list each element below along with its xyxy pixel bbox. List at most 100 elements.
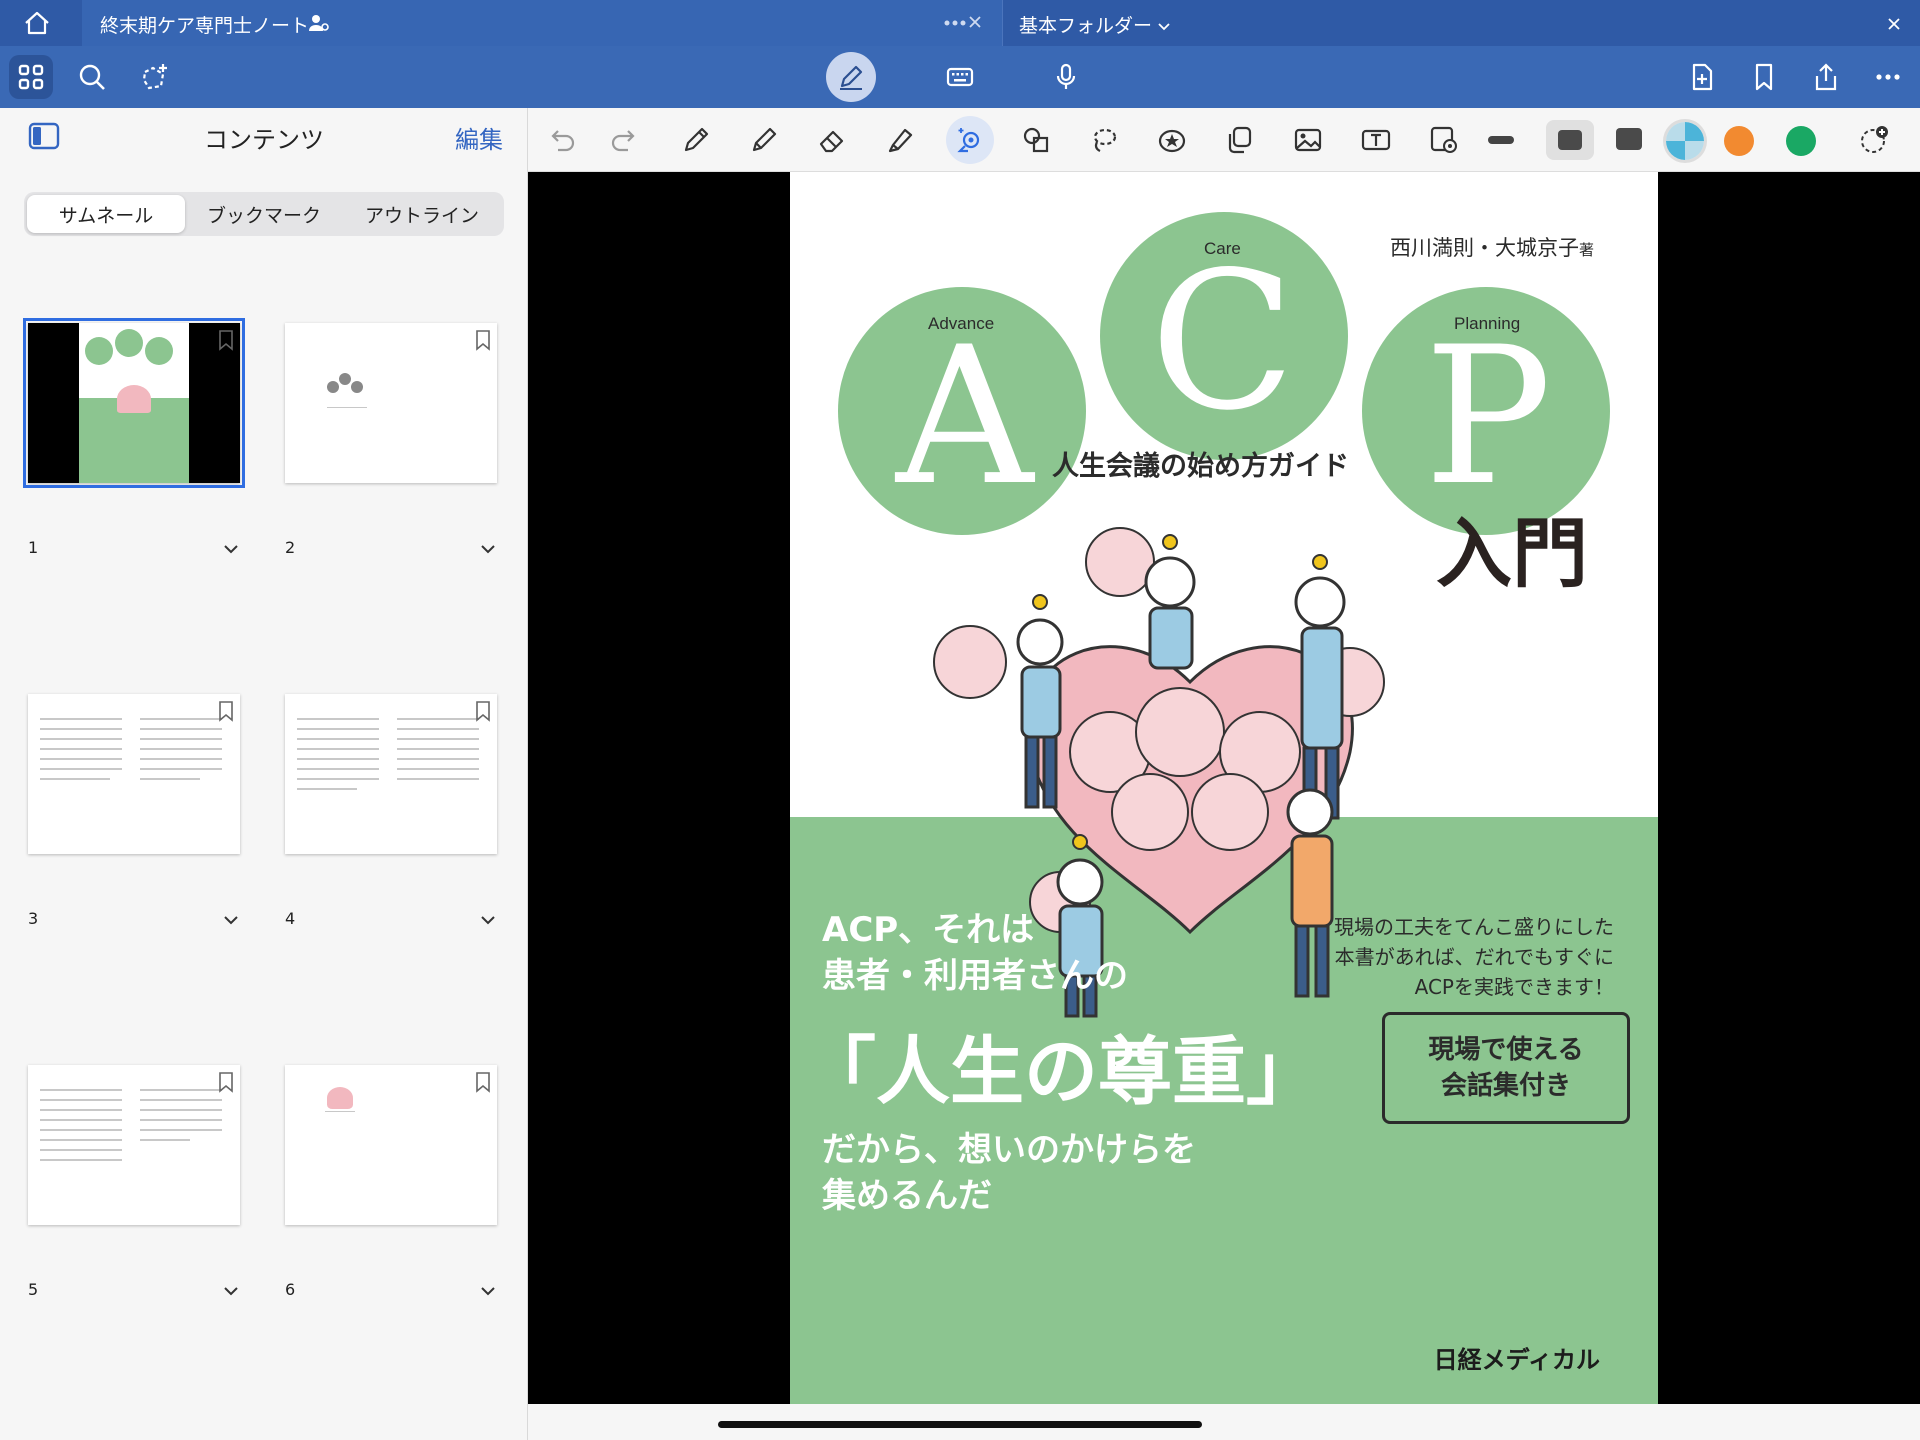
thumbnail-page-2[interactable] (285, 323, 497, 483)
add-color-icon[interactable] (1854, 120, 1894, 160)
bookmark-icon[interactable] (1742, 55, 1786, 99)
app-window: 終末期ケア専門士ノート 基本フォルダー コンテンツ 編集 サムネール ブックマー… (0, 0, 1920, 1440)
home-indicator[interactable] (718, 1421, 1202, 1428)
keyboard-icon[interactable] (938, 55, 982, 99)
page-number-2: 2 (285, 538, 296, 557)
page-number-4: 4 (285, 909, 296, 928)
sidebar: コンテンツ 編集 サムネール ブックマーク アウトライン 1 2 3 4 5 6 (0, 108, 528, 1440)
tab-close-icon[interactable] (1887, 16, 1901, 30)
text-box-icon[interactable] (1356, 120, 1396, 160)
search-icon[interactable] (70, 55, 114, 99)
sticker-icon[interactable] (1152, 120, 1192, 160)
page-number-5: 5 (28, 1280, 39, 1299)
cover-conversation-box: 現場で使える 会話集付き (1382, 1012, 1630, 1124)
thumbnail-bookmark-icon[interactable] (475, 1071, 491, 1093)
letter-c: C (1150, 231, 1296, 452)
tab-folder[interactable]: 基本フォルダー (1002, 0, 1920, 46)
cover-big-quote: 「人生の尊重」 (802, 1029, 1320, 1115)
cover-title: 入門 (1436, 509, 1588, 598)
cover-author: 西川満則・大城京子著 (1390, 232, 1594, 262)
share-icon[interactable] (1804, 55, 1848, 99)
eraser-icon[interactable] (812, 120, 852, 160)
chevron-down-icon[interactable] (1157, 17, 1171, 31)
home-icon[interactable] (22, 9, 52, 37)
thumbnail-page-6[interactable] (285, 1065, 497, 1225)
more-icon[interactable] (1866, 55, 1910, 99)
cover-closing-line2: 集めるんだ (822, 1176, 992, 1216)
thumbnail-bookmark-icon[interactable] (475, 329, 491, 351)
undo-icon[interactable] (542, 120, 582, 160)
cover-side-line2: 本書があれば、だれでもすぐに (1334, 945, 1614, 969)
chevron-down-icon[interactable] (479, 911, 497, 929)
segment-outline[interactable]: アウトライン (343, 195, 501, 233)
cover-subtitle: 人生会議の始め方ガイド (1052, 451, 1349, 482)
tab-notebook[interactable]: 終末期ケア専門士ノート (82, 0, 1002, 46)
main-toolbar (0, 46, 1920, 108)
redo-icon[interactable] (604, 120, 644, 160)
pen-icon[interactable] (676, 120, 716, 160)
chevron-down-icon[interactable] (479, 1282, 497, 1300)
tab-notebook-title: 終末期ケア専門士ノート (100, 15, 310, 37)
add-page-icon[interactable] (1680, 55, 1724, 99)
stroke-width-thin[interactable] (1488, 136, 1514, 144)
thumbnail-bookmark-icon[interactable] (475, 700, 491, 722)
color-swatch-blue-selected[interactable] (1666, 122, 1704, 160)
cover-closing-line1: だから、想いのかけらを (822, 1130, 1196, 1170)
cover-author-names: 西川満則・大城京子 (1390, 236, 1579, 260)
cover-author-suffix: 著 (1579, 241, 1595, 259)
thumbnail-bookmark-icon[interactable] (218, 329, 234, 351)
thumbnail-cover-art (79, 323, 189, 483)
chevron-down-icon[interactable] (222, 540, 240, 558)
cover-box-line2: 会話集付き (1440, 1071, 1571, 1101)
thumbnail-page-5[interactable] (28, 1065, 240, 1225)
sidebar-title: コンテンツ (204, 126, 324, 154)
copy-icon[interactable] (1220, 120, 1260, 160)
shapes-icon[interactable] (1016, 120, 1056, 160)
letter-p: P (1424, 306, 1552, 527)
stroke-width-medium-selected[interactable] (1546, 120, 1594, 160)
cover-publisher: 日経メディカル (1433, 1346, 1600, 1374)
chevron-down-icon[interactable] (222, 911, 240, 929)
grid-icon[interactable] (9, 55, 53, 99)
tab-more-dots-icon[interactable] (944, 12, 968, 26)
cover-lead-line1: ACP、それは (822, 910, 1035, 950)
magic-lasso-icon[interactable] (946, 116, 994, 164)
microphone-icon[interactable] (1044, 55, 1088, 99)
cover-box-line1: 現場で使える (1428, 1035, 1584, 1065)
chevron-down-icon[interactable] (479, 540, 497, 558)
tab-close-icon[interactable] (968, 14, 982, 28)
pencil-icon[interactable] (744, 120, 784, 160)
view-segmented-control: サムネール ブックマーク アウトライン (24, 192, 504, 236)
cover-side-line3: ACPを実践できます！ (1414, 975, 1614, 999)
tab-bar: 終末期ケア専門士ノート 基本フォルダー (0, 0, 1920, 46)
page-number-1: 1 (28, 538, 39, 557)
book-cover-page[interactable]: 西川満則・大城京子著 Advance Care Planning A C P 人… (790, 172, 1658, 1404)
shared-user-icon (308, 12, 330, 34)
letter-a: A (896, 306, 1034, 527)
stroke-width-thick[interactable] (1616, 128, 1642, 150)
chevron-down-icon[interactable] (222, 1282, 240, 1300)
lasso-plus-icon[interactable] (132, 55, 176, 99)
image-icon[interactable] (1288, 120, 1328, 160)
lasso-icon[interactable] (1084, 120, 1124, 160)
segment-thumbnails[interactable]: サムネール (27, 195, 185, 233)
edit-button[interactable]: 編集 (455, 120, 503, 155)
thumbnail-page-3[interactable] (28, 694, 240, 854)
color-swatch-green[interactable] (1786, 126, 1816, 156)
page-number-3: 3 (28, 909, 39, 928)
thumbnail-page-4[interactable] (285, 694, 497, 854)
thumbnail-bookmark-icon[interactable] (218, 1071, 234, 1093)
cover-side-copy: 現場の工夫をてんこ盛りにした 本書があれば、だれでもすぐに ACPを実践できます… (1334, 912, 1614, 1002)
annotation-toolbar (528, 108, 1920, 172)
highlighter-icon[interactable] (880, 120, 920, 160)
tab-folder-title: 基本フォルダー (1019, 15, 1153, 37)
camera-image-icon[interactable] (1424, 120, 1464, 160)
thumbnail-page-1[interactable] (23, 318, 245, 488)
page-number-6: 6 (285, 1280, 296, 1299)
cover-lead-line2: 患者・利用者さんの (822, 956, 1128, 996)
thumbnail-bookmark-icon[interactable] (218, 700, 234, 722)
segment-bookmarks[interactable]: ブックマーク (185, 195, 343, 233)
color-swatch-orange[interactable] (1724, 126, 1754, 156)
cover-side-line1: 現場の工夫をてんこ盛りにした (1334, 915, 1614, 939)
pen-mode-icon[interactable] (826, 52, 876, 102)
